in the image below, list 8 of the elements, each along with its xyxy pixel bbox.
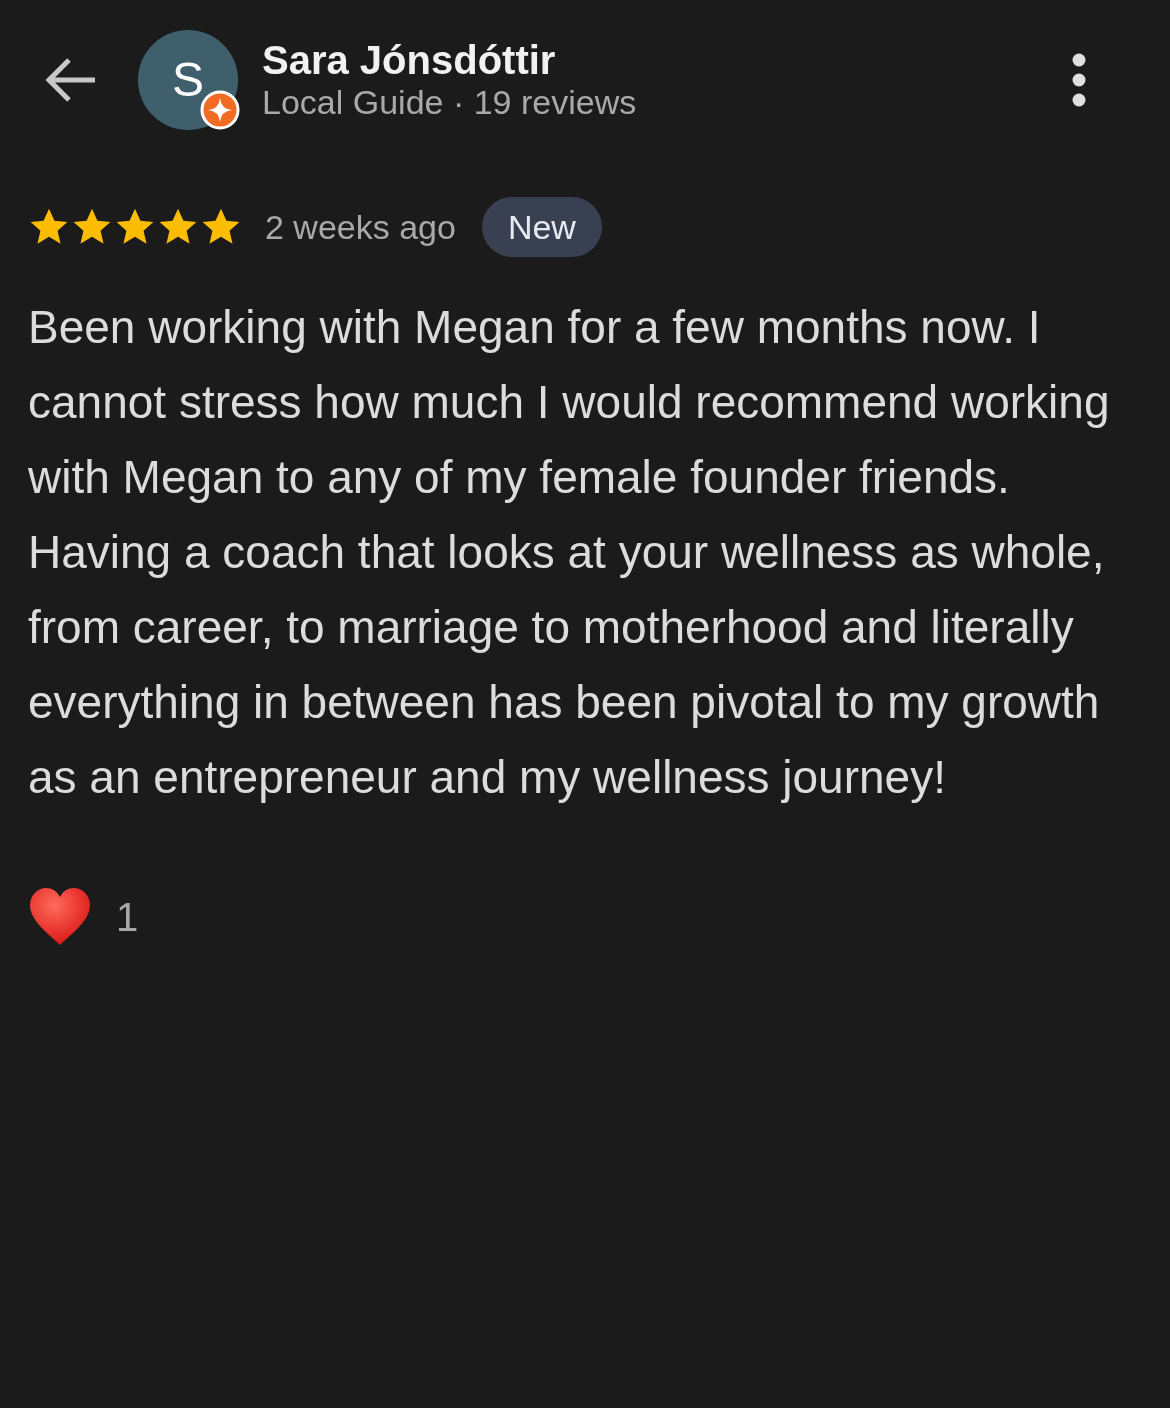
avatar-letter: S xyxy=(172,52,204,108)
new-badge: New xyxy=(481,196,602,258)
review-time: 2 weeks ago xyxy=(265,206,456,248)
reaction-count: 1 xyxy=(116,894,139,941)
review-text: Been working with Megan for a few months now. I cannot stress how much I would recommend working with Megan to any of my female founder friends. Having a coach that looks at your wellness as whole, from career, to marriage to motherhood and literally everything in between has been pivotal to my growth as an entrepreneur and my wellness journey! xyxy=(28,300,1111,805)
reviewer-name: Sara Jónsdóttir xyxy=(262,37,557,82)
reviewer-subtitle: Local Guide · 19 reviews xyxy=(262,81,637,123)
back-arrow-icon xyxy=(45,57,97,103)
